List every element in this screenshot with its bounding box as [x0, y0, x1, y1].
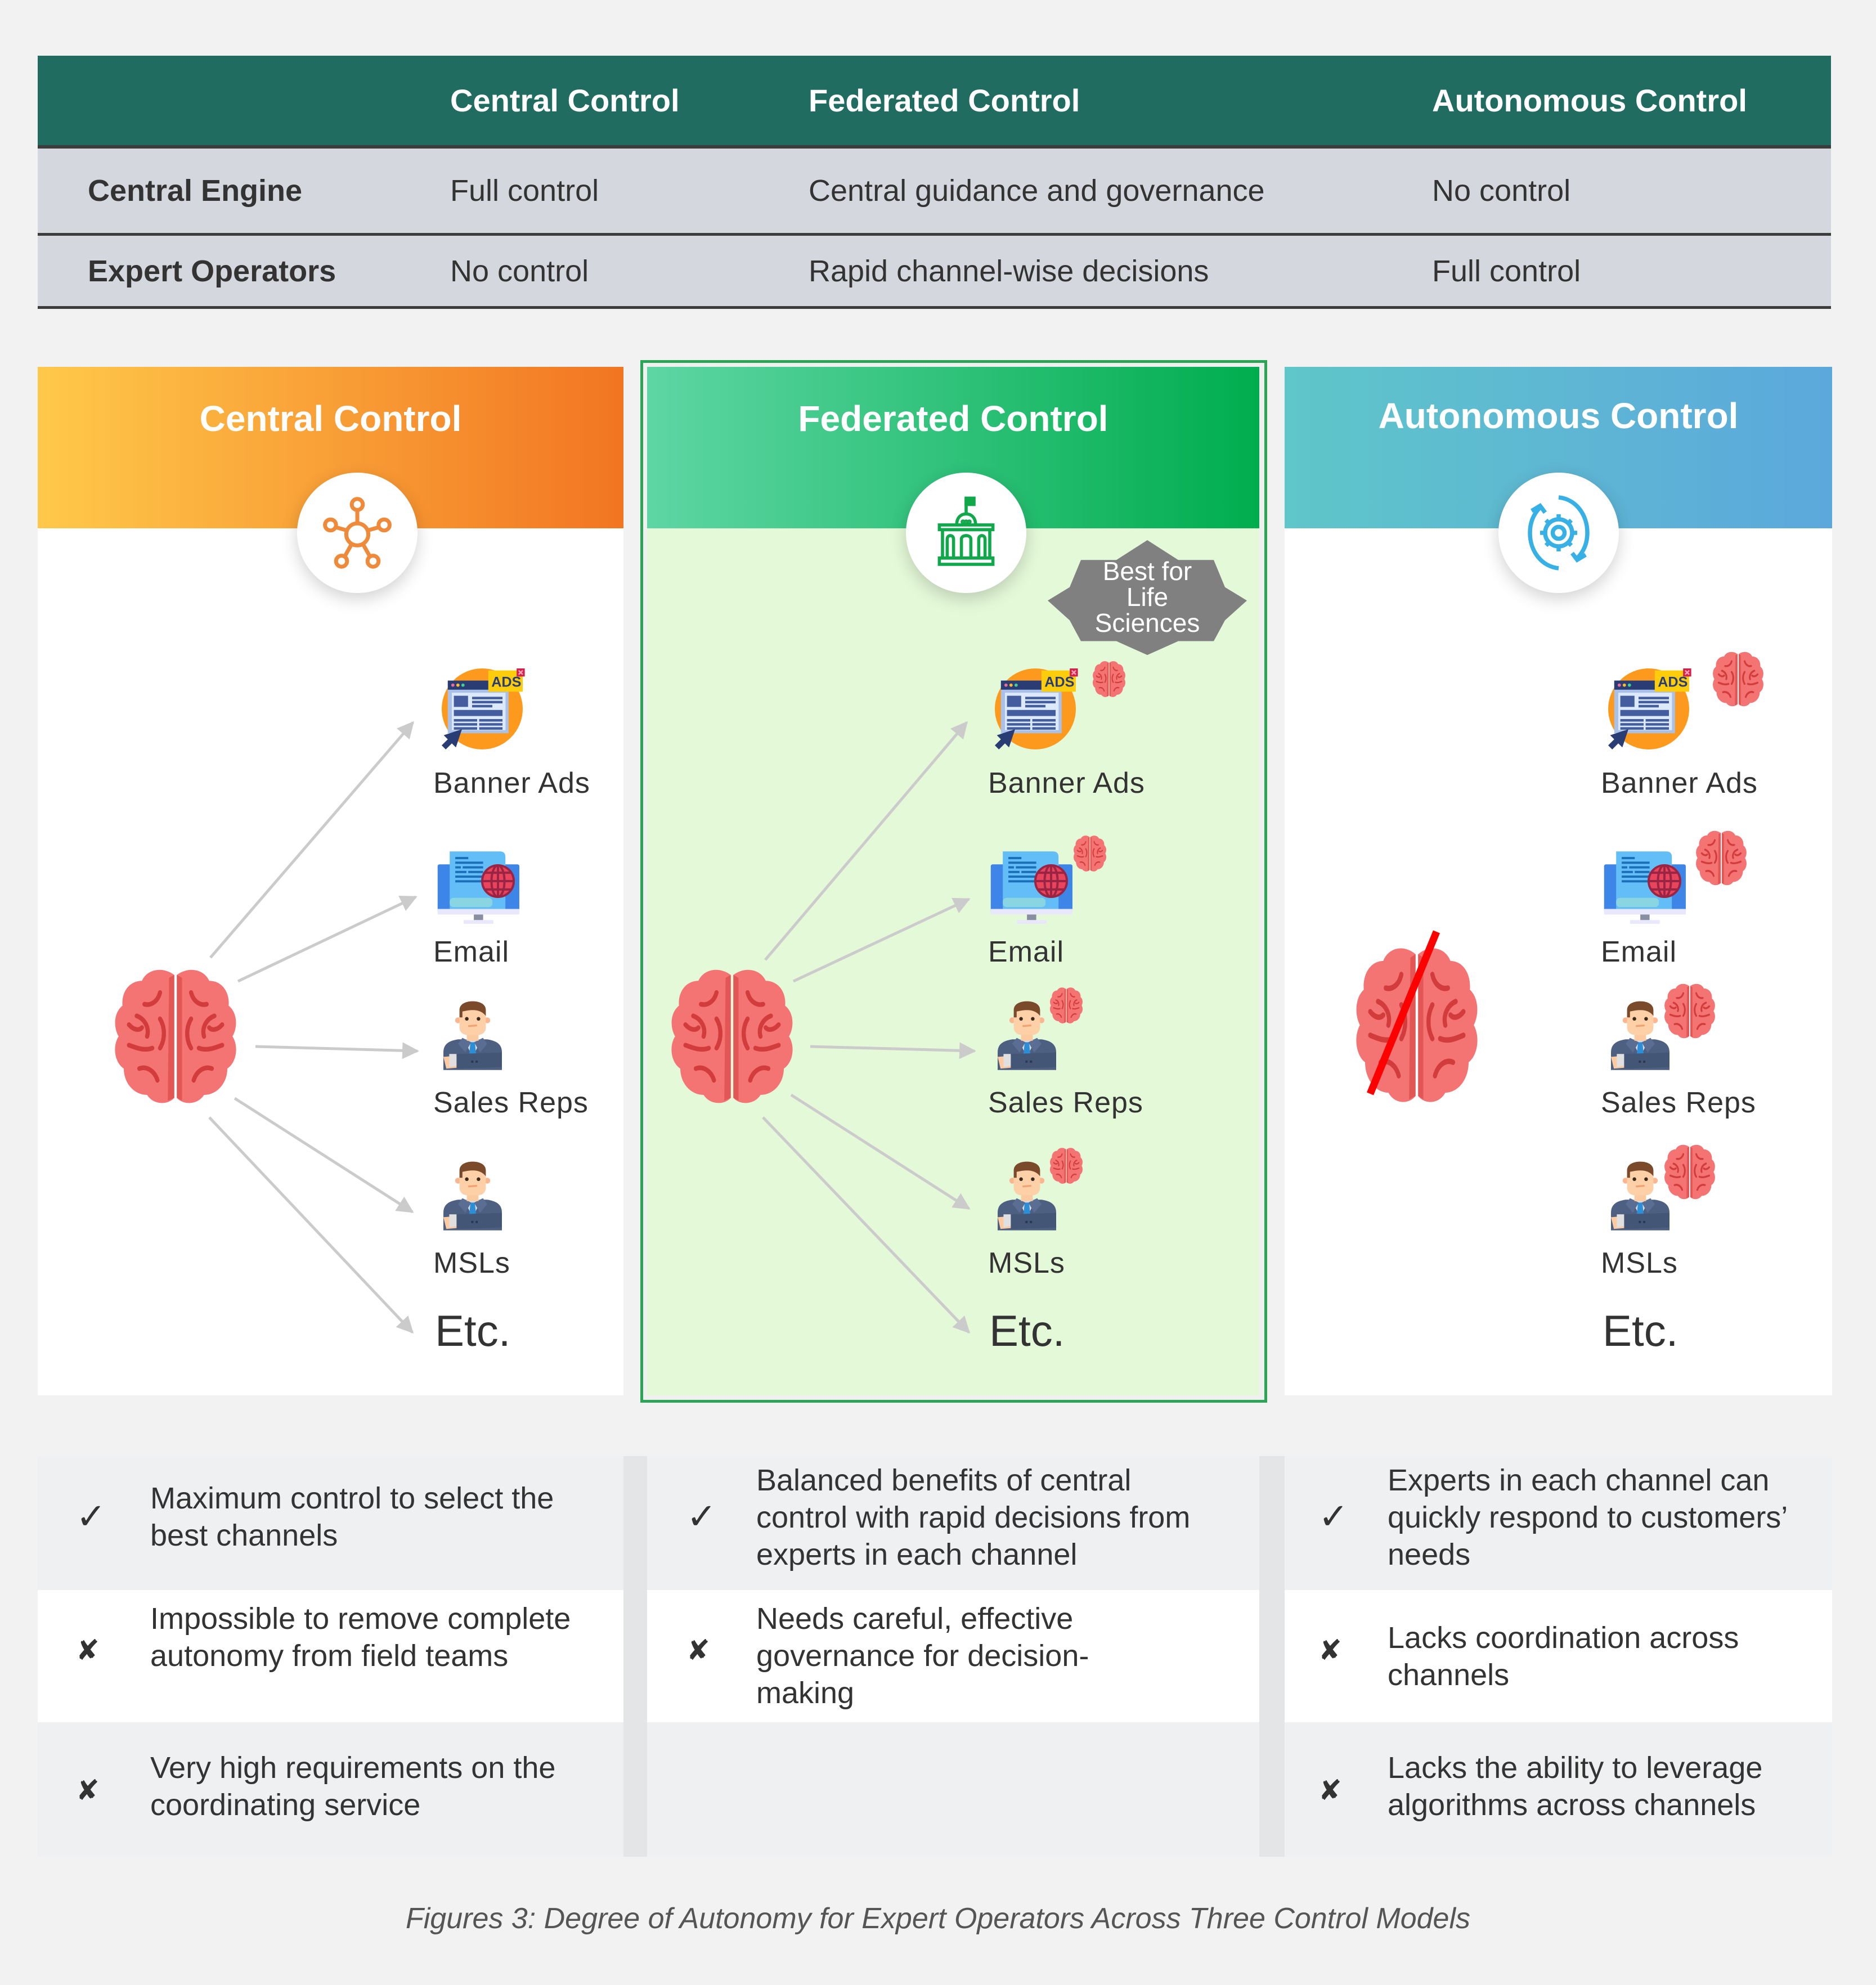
channel-label: Email	[433, 936, 510, 968]
banner-ads-icon	[1598, 658, 1699, 760]
banner-ads-icon	[985, 658, 1086, 760]
channel-label: MSLs	[988, 1247, 1065, 1279]
channel-brain-icon	[1711, 649, 1765, 709]
cross-icon: ✘	[1318, 1775, 1342, 1806]
channel-label: Banner Ads	[988, 767, 1145, 800]
channel-label: Sales Reps	[1601, 1086, 1756, 1119]
check-icon: ✓	[686, 1496, 717, 1537]
channel-label: Email	[1601, 936, 1677, 968]
pro-text: Experts in each channel can quickly resp…	[1388, 1463, 1787, 1571]
pro-item: ✓ Maximum control to select the best cha…	[38, 1456, 623, 1590]
channel-brain-icon	[1049, 986, 1084, 1025]
arrow-to-sales-reps	[810, 1042, 976, 1059]
arrow-to-msls	[234, 1097, 414, 1214]
channel-brain-icon	[1092, 659, 1127, 699]
channel-label: Email	[988, 936, 1065, 968]
channel-label: MSLs	[1601, 1247, 1678, 1279]
check-icon: ✓	[76, 1496, 106, 1537]
card-federated-control: Federated Control Best for Life Sciences…	[647, 367, 1259, 1395]
con-text: Needs careful, effective governance for …	[756, 1602, 1089, 1710]
cross-icon: ✘	[1318, 1634, 1342, 1666]
channel-label: Banner Ads	[1601, 767, 1758, 800]
table-cell: No control	[1432, 174, 1571, 208]
etc-label: Etc.	[1603, 1306, 1678, 1355]
crossed-out-brain-icon	[1352, 930, 1487, 1115]
channel-brain-icon	[1694, 828, 1748, 888]
con-item: ✘ Impossible to remove complete autonomy…	[38, 1590, 623, 1722]
arrow-to-email	[237, 895, 418, 983]
con-item: ✘ Lacks coordination across channels	[1285, 1590, 1832, 1722]
arrow-to-sales-reps	[255, 1042, 419, 1059]
table-row-central-engine: Central Engine Full control Central guid…	[38, 149, 1831, 236]
card-central-control: Central Control Banner Ads Email Sales R…	[38, 367, 623, 1395]
table-cell: Full control	[1432, 254, 1581, 288]
arrows-layer	[762, 721, 976, 1334]
empty-item	[647, 1722, 1259, 1857]
pro-item: ✓ Balanced benefits of central control w…	[647, 1456, 1259, 1590]
arrow-to-etc	[762, 1116, 971, 1334]
sales-rep-person-icon	[436, 994, 509, 1079]
cross-icon: ✘	[76, 1775, 100, 1806]
figure-caption: Figures 3: Degree of Autonomy for Expert…	[405, 1902, 1471, 1935]
con-text: Lacks the ability to leverage algorithms…	[1388, 1751, 1763, 1822]
con-item: ✘ Very high requirements on the coordina…	[38, 1722, 623, 1857]
channel-label: MSLs	[433, 1247, 510, 1279]
column-gutter	[1259, 1456, 1285, 1857]
row-label: Expert Operators	[88, 254, 336, 288]
con-item: ✘ Lacks the ability to leverage algorith…	[1285, 1722, 1832, 1857]
card-autonomous-control: Autonomous Control Banner Ads Email Sale…	[1285, 367, 1832, 1395]
table-cell: Central guidance and governance	[809, 174, 1265, 208]
email-icon	[985, 844, 1080, 937]
channel-brain-icon	[1049, 1146, 1084, 1185]
arrow-to-banner-ads	[764, 721, 968, 961]
table-cell: Full control	[450, 174, 599, 208]
channel-brain-icon	[1072, 834, 1107, 873]
email-icon	[432, 844, 527, 937]
email-icon	[1598, 844, 1694, 937]
pro-item: ✓ Experts in each channel can quickly re…	[1285, 1456, 1832, 1590]
con-text: Lacks coordination across channels	[1388, 1621, 1739, 1692]
cross-icon: ✘	[76, 1634, 100, 1666]
arrows-layer	[208, 721, 419, 1334]
etc-label: Etc.	[435, 1306, 511, 1355]
check-icon: ✓	[1318, 1496, 1349, 1537]
pro-text: Balanced benefits of central control wit…	[756, 1463, 1191, 1571]
gear-cycle-icon	[1498, 473, 1619, 593]
channel-label: Sales Reps	[988, 1086, 1143, 1119]
con-text: Very high requirements on the coordinati…	[150, 1751, 556, 1822]
table-cell: Rapid channel-wise decisions	[809, 254, 1209, 288]
table-header-autonomous: Autonomous Control	[1432, 83, 1747, 118]
cross-icon: ✘	[686, 1634, 710, 1666]
con-text: Impossible to remove complete autonomy f…	[150, 1602, 571, 1673]
channel-label: Sales Reps	[433, 1086, 589, 1119]
channel-brain-icon	[1663, 981, 1717, 1041]
central-brain-icon	[667, 963, 797, 1110]
arrow-to-etc	[208, 1116, 414, 1334]
table-cell: No control	[450, 254, 589, 288]
column-gutter	[623, 1456, 647, 1857]
channel-label: Banner Ads	[433, 767, 590, 800]
etc-label: Etc.	[989, 1306, 1065, 1355]
pro-text: Maximum control to select the best chann…	[150, 1481, 554, 1552]
msl-person-icon	[436, 1155, 509, 1239]
con-item: ✘ Needs careful, effective governance fo…	[647, 1590, 1259, 1722]
card-title: Autonomous Control	[1378, 396, 1739, 436]
arrow-to-msls	[790, 1093, 971, 1210]
channel-brain-icon	[1663, 1142, 1717, 1202]
banner-ads-icon	[432, 658, 533, 760]
arrow-to-email	[792, 897, 971, 983]
table-header-central: Central Control	[450, 83, 680, 118]
table-header-federated: Federated Control	[809, 83, 1080, 118]
central-brain-icon	[111, 963, 240, 1110]
arrow-to-banner-ads	[209, 721, 414, 959]
table-row-expert-operators: Expert Operators No control Rapid channe…	[38, 236, 1831, 309]
row-label: Central Engine	[88, 174, 303, 208]
comparison-table-header: Central Control Federated Control Autono…	[38, 56, 1831, 149]
